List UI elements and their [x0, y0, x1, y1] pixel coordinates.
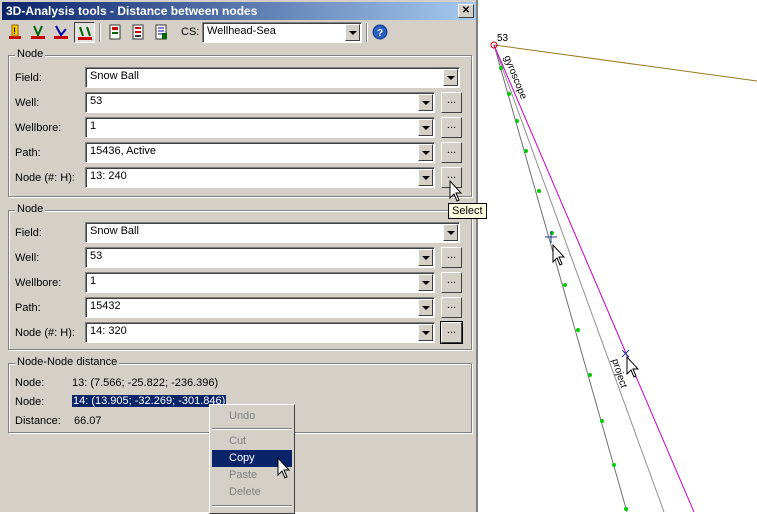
close-button[interactable]: ✕ — [458, 4, 474, 18]
node-distance-icon[interactable] — [74, 22, 95, 43]
path-label: Path: — [15, 147, 41, 159]
mouse-pointer-icon-2 — [626, 355, 640, 378]
wellbore-value: 1 — [90, 120, 97, 132]
chevron-down-icon[interactable] — [418, 299, 433, 316]
distance-node2-label: Node: — [15, 396, 45, 408]
path-browse-button-1[interactable]: ... — [441, 142, 462, 163]
node-group-1-legend: Node — [15, 48, 46, 60]
menu-item-cut[interactable]: Cut — [212, 433, 292, 450]
well-select-2[interactable]: 53 — [85, 247, 435, 268]
distance-node1-value[interactable]: 13: (7.566; -25.822; -236.396) — [72, 377, 218, 389]
node-select-button-2[interactable]: ... — [440, 321, 463, 344]
node-group-2-legend: Node — [15, 203, 46, 215]
field-value: Snow Ball — [90, 225, 139, 237]
path-select-2[interactable]: 15432 — [85, 297, 435, 318]
wellbore-select-2[interactable]: 1 — [85, 272, 435, 293]
cs-select[interactable]: Wellhead-Sea — [202, 22, 362, 43]
window-title: 3D-Analysis tools - Distance between nod… — [6, 4, 258, 18]
node-value: 13: 240 — [90, 170, 127, 182]
field-select-1[interactable]: Snow Ball — [85, 67, 460, 88]
node-label: Node (#: H): — [15, 327, 75, 339]
distance-group-legend: Node-Node distance — [15, 356, 120, 368]
distance-node1-label: Node: — [15, 377, 45, 389]
chevron-down-icon[interactable] — [418, 144, 433, 161]
path-label: Path: — [15, 302, 41, 314]
well-value: 53 — [90, 95, 103, 107]
field-value: Snow Ball — [90, 70, 139, 82]
node-select-button-1[interactable]: ... — [441, 167, 462, 188]
menu-item-copy[interactable]: Copy — [212, 450, 292, 467]
path-browse-button-2[interactable]: ... — [441, 297, 462, 318]
path-tool-icon[interactable] — [51, 22, 72, 43]
chevron-down-icon[interactable] — [345, 24, 360, 41]
well-tool-icon[interactable] — [28, 22, 49, 43]
chevron-down-icon[interactable] — [418, 94, 433, 111]
well-browse-button-2[interactable]: ... — [441, 247, 462, 268]
distance-node2-value[interactable]: 14: (13.905; -32.269; -301.846) — [72, 395, 227, 407]
well-select-1[interactable]: 53 — [85, 92, 435, 113]
wellbore-select-1[interactable]: 1 — [85, 117, 435, 138]
mouse-pointer-icon — [552, 243, 566, 266]
project-label: project — [609, 358, 629, 390]
node-select-2[interactable]: 14: 320 — [85, 322, 435, 343]
report-list-icon[interactable] — [151, 22, 172, 43]
warning-icon[interactable]: ! — [5, 22, 26, 43]
svg-text:!: ! — [13, 26, 16, 36]
well-label: Well: — [15, 97, 40, 109]
help-icon[interactable]: ? — [370, 22, 391, 43]
cs-label: CS: — [181, 26, 200, 38]
chevron-down-icon[interactable] — [418, 249, 433, 266]
wellbore-browse-button-1[interactable]: ... — [441, 117, 462, 138]
chevron-down-icon[interactable] — [443, 224, 458, 241]
path-value: 15436, Active — [90, 145, 157, 157]
path-15432-line — [493, 44, 665, 512]
title-bar[interactable]: 3D-Analysis tools - Distance between nod… — [2, 2, 476, 20]
distance-value[interactable]: 66.07 — [74, 415, 102, 427]
export-icon[interactable] — [105, 22, 126, 43]
toolbar-separator — [99, 23, 101, 42]
toolbar: ! CS: Wellhead-Sea ? — [2, 21, 476, 45]
well-value: 53 — [90, 250, 103, 262]
seabed-line — [493, 44, 757, 82]
toolbar-separator-2 — [366, 23, 368, 42]
menu-item-paste[interactable]: Paste — [212, 467, 292, 484]
context-menu: Undo Cut Copy Paste Delete — [209, 404, 295, 514]
wellbore-value: 1 — [90, 275, 97, 287]
menu-item-delete[interactable]: Delete — [212, 484, 292, 501]
wellbore-label: Wellbore: — [15, 122, 62, 134]
chevron-down-icon[interactable] — [418, 119, 433, 136]
menu-separator-2 — [212, 505, 292, 507]
chevron-down-icon[interactable] — [418, 169, 433, 186]
wellbore-label: Wellbore: — [15, 277, 62, 289]
crosshair-cursor — [545, 231, 557, 243]
well-label: Well: — [15, 252, 40, 264]
chevron-down-icon[interactable] — [418, 324, 433, 341]
cs-value: Wellhead-Sea — [207, 25, 276, 37]
chevron-down-icon[interactable] — [443, 69, 458, 86]
menu-item-undo[interactable]: Undo — [212, 408, 292, 425]
path-15436-line — [493, 44, 628, 512]
report-icon[interactable] — [128, 22, 149, 43]
node-value: 14: 320 — [90, 325, 127, 337]
well-number-label: 53 — [497, 33, 509, 44]
select-tooltip: Select — [448, 203, 487, 219]
chevron-down-icon[interactable] — [418, 274, 433, 291]
node-select-1[interactable]: 13: 240 — [85, 167, 435, 188]
project-path-line — [493, 44, 695, 512]
field-label: Field: — [15, 72, 42, 84]
field-select-2[interactable]: Snow Ball — [85, 222, 460, 243]
node-label: Node (#: H): — [15, 172, 75, 184]
svg-text:?: ? — [377, 28, 383, 39]
wellbore-browse-button-2[interactable]: ... — [441, 272, 462, 293]
menu-separator — [212, 428, 292, 430]
path-select-1[interactable]: 15436, Active — [85, 142, 435, 163]
path-value: 15432 — [90, 300, 121, 312]
distance-label: Distance: — [15, 415, 61, 427]
field-label: Field: — [15, 227, 42, 239]
well-browse-button-1[interactable]: ... — [441, 92, 462, 113]
